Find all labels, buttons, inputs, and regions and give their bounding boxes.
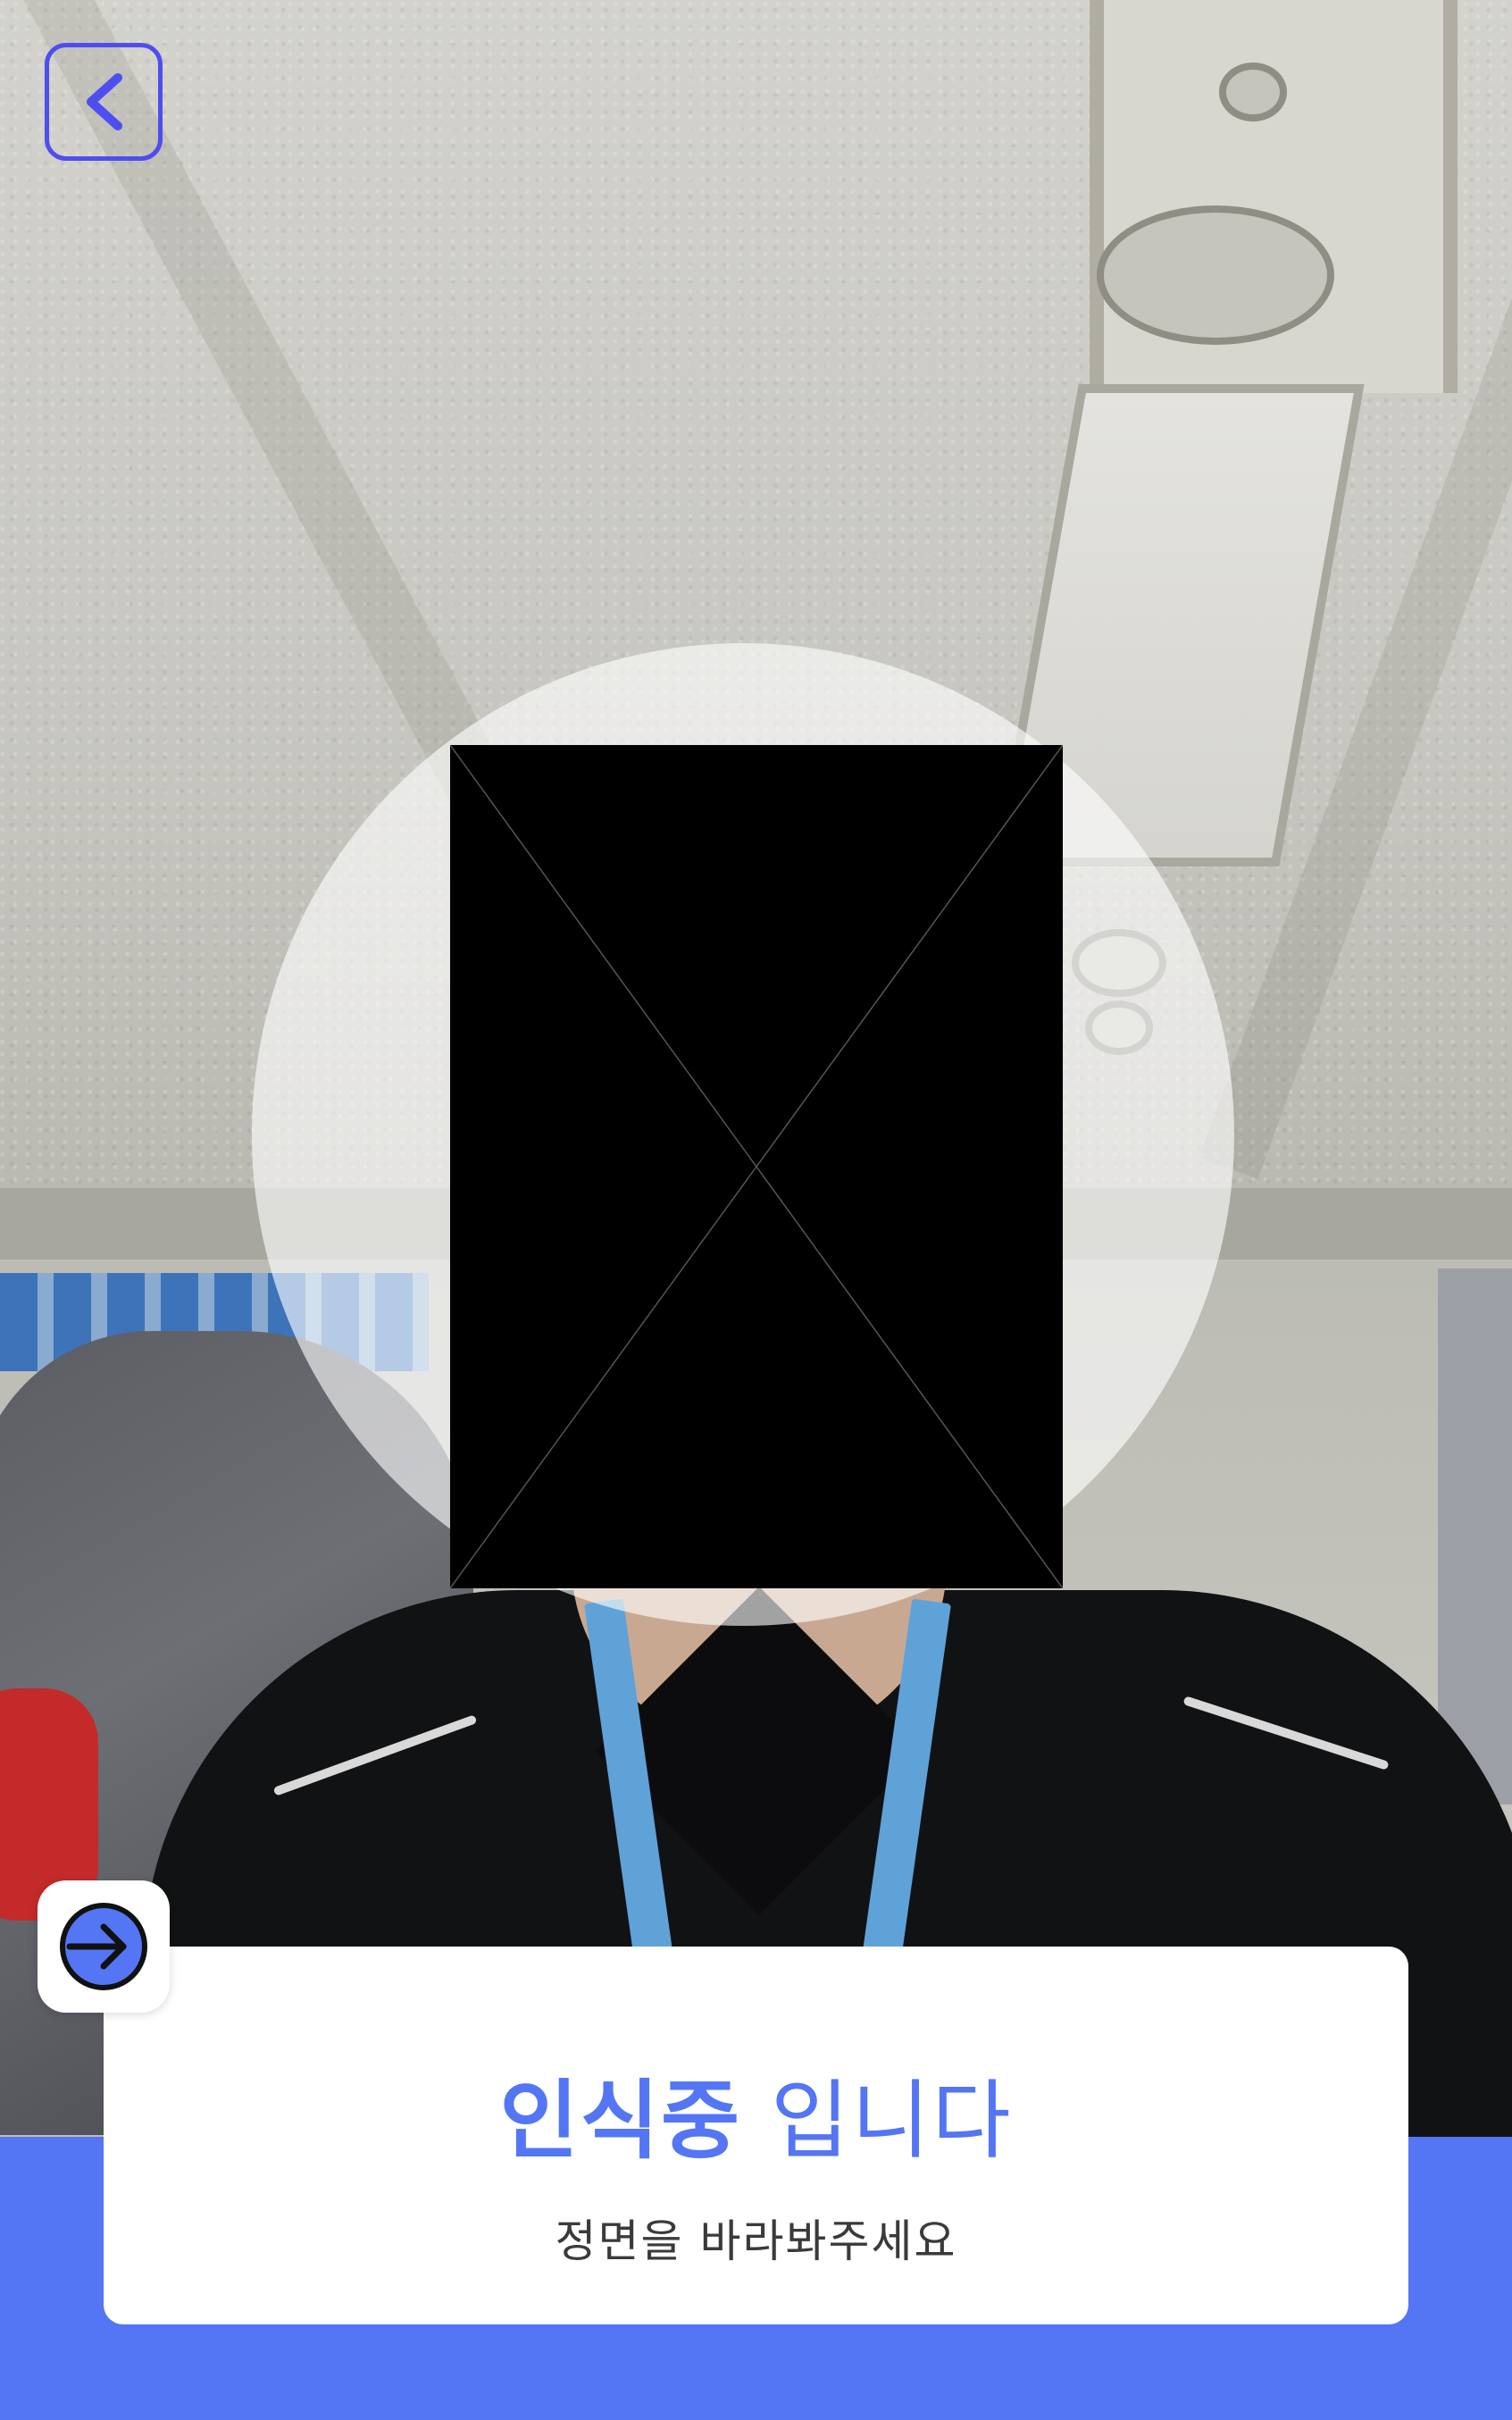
ceiling-sprinkler (1219, 63, 1287, 121)
arrow-right-circle-icon (60, 1903, 147, 1990)
status-title-rest: 입니다 (770, 2071, 1013, 2171)
chevron-left-icon (87, 73, 122, 130)
status-title: 인식중 입니다 (104, 2072, 1408, 2170)
status-card: 인식중 입니다 정면을 바라봐주세요 (104, 1947, 1408, 2324)
enter-button[interactable] (38, 1880, 170, 2013)
status-title-strong: 인식중 (499, 2071, 742, 2171)
ceiling-vent (1097, 205, 1334, 345)
redacted-face (450, 745, 1063, 1588)
status-subtitle: 정면을 바라봐주세요 (555, 2215, 957, 2267)
back-button[interactable] (45, 43, 163, 161)
redaction-cross-icon (450, 745, 1063, 1588)
